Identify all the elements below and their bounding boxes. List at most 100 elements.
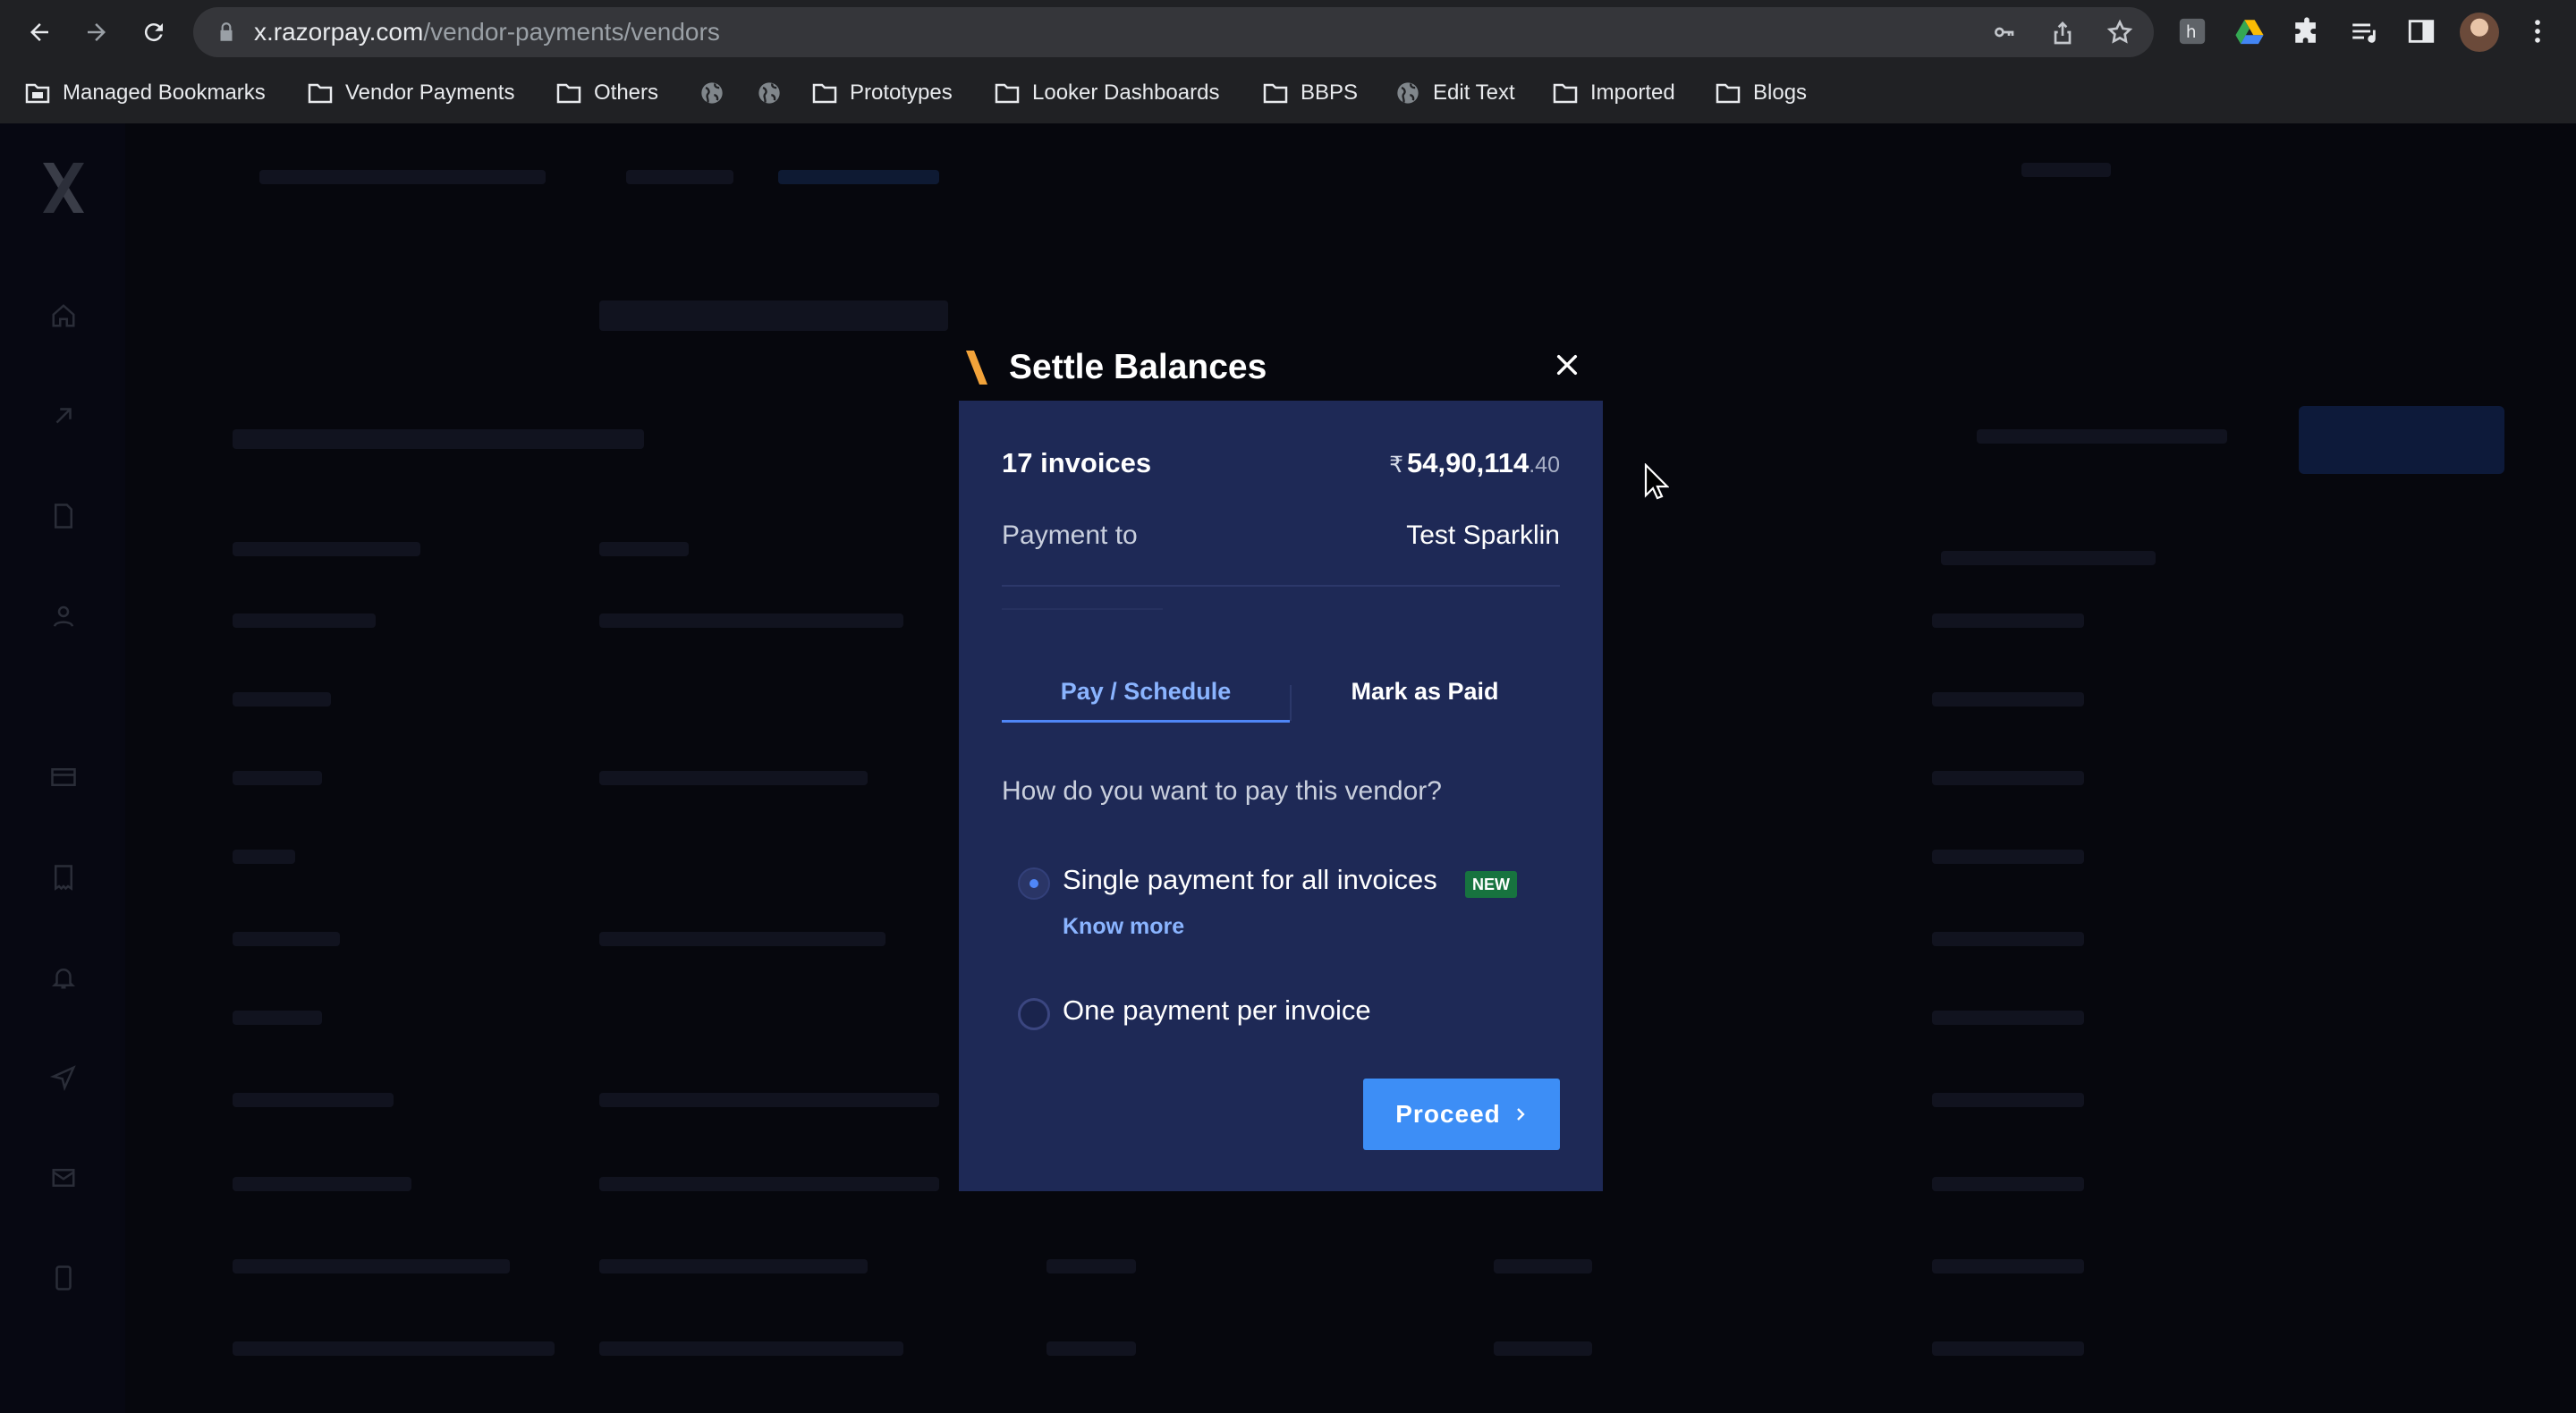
radio-one-per-invoice[interactable]: [1018, 998, 1050, 1030]
dim-table-row: [1046, 1259, 1136, 1273]
profile-avatar[interactable]: [2460, 13, 2499, 52]
bookmark-managed[interactable]: Managed Bookmarks: [25, 68, 266, 118]
send-icon[interactable]: [50, 1064, 77, 1091]
key-icon[interactable]: [1991, 18, 2020, 47]
payment-to-label: Payment to: [1002, 520, 1138, 550]
dim-table-row: [1046, 1341, 1136, 1356]
payment-question: How do you want to pay this vendor?: [1002, 776, 1442, 806]
bookmarks-bar: Managed Bookmarks Vendor Payments Others…: [0, 68, 2576, 118]
close-button[interactable]: [1549, 347, 1585, 383]
arrow-up-right-icon[interactable]: [50, 402, 77, 429]
browser-chrome: x.razorpay.com/vendor-payments/vendors h…: [0, 0, 2576, 123]
razorpay-x-logo: [43, 163, 84, 213]
dim-table-row: [1932, 1341, 2084, 1356]
back-button[interactable]: [21, 14, 57, 50]
home-icon[interactable]: [50, 302, 77, 329]
side-panel-icon[interactable]: [2406, 16, 2436, 47]
settle-balances-modal: 17 invoices ₹54,90,114.40 Payment to Tes…: [959, 401, 1603, 1191]
bookmark-imported[interactable]: Imported: [1553, 68, 1675, 118]
dim-header-text: [778, 170, 939, 184]
close-icon: [1556, 354, 1578, 376]
dim-table-row: [599, 771, 868, 785]
dim-table-row: [233, 771, 322, 785]
reading-list-icon[interactable]: [2349, 16, 2379, 47]
folder-icon: [995, 83, 1020, 104]
h-extension-icon[interactable]: h: [2177, 16, 2207, 47]
reload-icon: [144, 23, 163, 42]
radio-single-payment[interactable]: [1018, 867, 1050, 900]
dim-table-row: [599, 1177, 939, 1191]
option-single-payment-label[interactable]: Single payment for all invoices: [1063, 864, 1437, 896]
dim-table-row: [1932, 850, 2084, 864]
dim-header-text: [626, 170, 733, 184]
reload-button[interactable]: [136, 14, 172, 50]
mail-icon[interactable]: [50, 1164, 77, 1191]
dim-table-row: [233, 1093, 394, 1107]
globe-icon: [1397, 82, 1419, 104]
settle-accent-icon: [966, 351, 987, 385]
dim-table-row: [233, 1177, 411, 1191]
managed-folder-icon: [25, 83, 50, 104]
dim-table-row: [1932, 692, 2084, 706]
dim-header-text: [2021, 163, 2111, 177]
dim-table-row: [1932, 613, 2084, 628]
dim-table-header: [599, 542, 689, 556]
bookmark-vendor-payments[interactable]: Vendor Payments: [308, 68, 514, 118]
dim-table-header: [233, 542, 420, 556]
bookmark-bbps[interactable]: BBPS: [1263, 68, 1358, 118]
kebab-menu-icon[interactable]: [2522, 16, 2553, 47]
bookmark-others[interactable]: Others: [556, 68, 658, 118]
proceed-button[interactable]: Proceed: [1363, 1079, 1560, 1150]
card-icon[interactable]: [50, 764, 77, 791]
dim-table-row: [233, 613, 376, 628]
star-bookmark-icon[interactable]: [2106, 18, 2134, 47]
know-more-link[interactable]: Know more: [1063, 914, 1184, 940]
user-icon[interactable]: [50, 603, 77, 630]
address-bar[interactable]: x.razorpay.com/vendor-payments/vendors: [193, 7, 2154, 57]
document-icon[interactable]: [50, 503, 77, 529]
chevron-right-icon: [1516, 1108, 1525, 1121]
bookmark-prototypes[interactable]: Prototypes: [812, 68, 953, 118]
dim-table-row: [1932, 1259, 2084, 1273]
dim-table-row: [1932, 1093, 2084, 1107]
dim-link-text: [1977, 429, 2227, 444]
receipt-icon[interactable]: [50, 864, 77, 891]
dim-table-row: [599, 932, 886, 946]
dim-search-box: [599, 300, 948, 331]
bookmark-looker-dashboards[interactable]: Looker Dashboards: [995, 68, 1219, 118]
divider: [1002, 608, 1163, 610]
option-one-per-invoice-label[interactable]: One payment per invoice: [1063, 994, 1371, 1027]
summary-row: 17 invoices ₹54,90,114.40: [1002, 447, 1560, 479]
tab-pay-schedule[interactable]: Pay / Schedule: [1002, 660, 1290, 723]
proceed-label: Proceed: [1395, 1100, 1501, 1128]
phone-icon[interactable]: [50, 1265, 77, 1291]
bookmark-edit-text[interactable]: Edit Text: [1395, 68, 1515, 118]
share-icon[interactable]: [2048, 18, 2077, 47]
dim-title-text: [233, 429, 644, 449]
bookmark-globe-2[interactable]: [757, 68, 782, 118]
rupee-symbol: ₹: [1389, 453, 1404, 478]
dim-table-row: [233, 692, 331, 706]
divider: [1002, 585, 1560, 587]
dim-table-row: [1932, 932, 2084, 946]
globe-icon: [758, 82, 780, 104]
bell-icon[interactable]: [50, 964, 77, 991]
tab-mark-as-paid[interactable]: Mark as Paid: [1290, 660, 1560, 723]
dim-table-row: [1932, 771, 2084, 785]
bookmark-globe-1[interactable]: [699, 68, 724, 118]
url-text[interactable]: x.razorpay.com/vendor-payments/vendors: [254, 7, 720, 57]
puzzle-extensions-icon[interactable]: [2292, 16, 2322, 47]
invoice-count: 17 invoices: [1002, 447, 1152, 478]
dim-table-row: [1494, 1259, 1592, 1273]
forward-button[interactable]: [79, 14, 114, 50]
dim-primary-button: [2299, 406, 2504, 474]
svg-text:h: h: [2186, 23, 2197, 42]
bookmark-blogs[interactable]: Blogs: [1716, 68, 1807, 118]
dim-table-row: [233, 1259, 510, 1273]
folder-icon: [812, 83, 837, 104]
arrow-left-icon: [30, 23, 48, 41]
drive-icon[interactable]: [2234, 16, 2265, 47]
dim-header-text: [259, 170, 546, 184]
folder-icon: [308, 83, 333, 104]
new-badge: NEW: [1465, 871, 1517, 898]
